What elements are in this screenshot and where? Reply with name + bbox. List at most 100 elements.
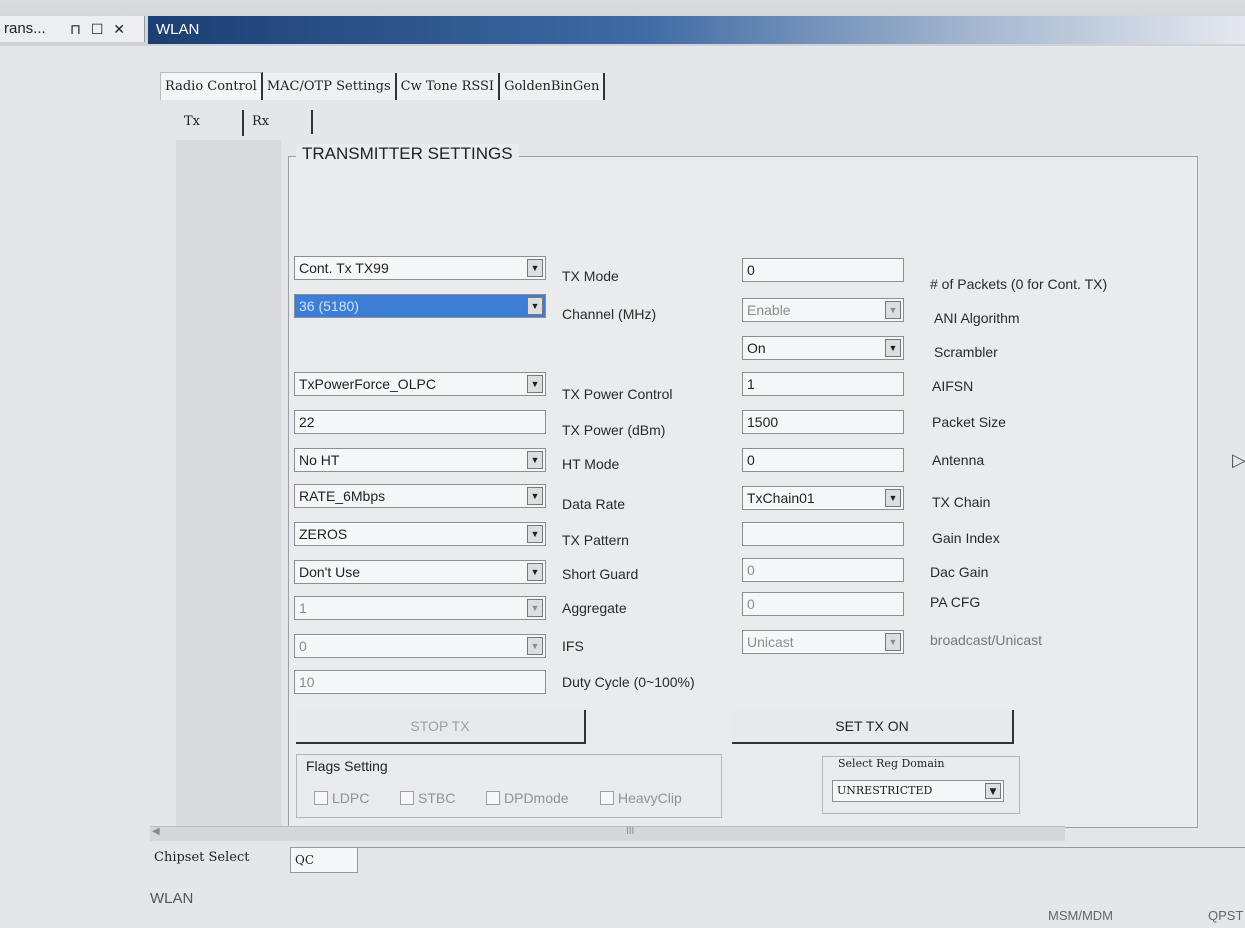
pa-cfg-field[interactable]: 0 [742,592,904,616]
dpdmode-label: DPDmode [504,790,569,806]
dock-pin-maximize-close-icons[interactable]: ⊓ ☐ ✕ [70,16,128,42]
tab-mac-otp-settings[interactable]: MAC/OTP Settings [262,73,397,100]
tx-power-label: TX Power (dBm) [562,422,666,438]
scroll-left-arrow-icon[interactable]: ◀ [152,826,160,837]
chevron-down-icon[interactable]: ▼ [985,783,1001,799]
tab-radio-control[interactable]: Radio Control [160,72,263,100]
ifs-value: 0 [299,638,307,654]
scrambler-value: On [747,340,766,356]
tx-chain-label: TX Chain [932,494,991,510]
scrambler-select[interactable]: On ▼ [742,336,904,360]
stbc-label: STBC [418,790,456,806]
chevron-down-icon[interactable]: ▼ [885,301,901,319]
tx-power-field[interactable]: 22 [294,410,546,434]
chipset-select-field[interactable]: QC [290,847,358,873]
channel-label: Channel (MHz) [562,306,657,322]
tab-cw-tone-rssi[interactable]: Cw Tone RSSI [396,73,501,100]
ani-algorithm-value: Enable [747,302,791,318]
chevron-down-icon[interactable]: ▼ [527,563,543,581]
tx-mode-value: Cont. Tx TX99 [299,260,389,276]
heavyclip-checkbox[interactable]: HeavyClip [600,790,682,806]
main-tab-strip: Radio Control MAC/OTP Settings Cw Tone R… [160,68,606,100]
flags-setting-title: Flags Setting [306,758,388,774]
packet-size-label: Packet Size [932,414,1006,430]
mouse-cursor-icon: ▷ [1232,450,1245,470]
aggregate-label: Aggregate [562,600,627,616]
chevron-down-icon[interactable]: ▼ [527,487,543,505]
cast-value: Unicast [747,634,794,650]
chevron-down-icon[interactable]: ▼ [527,599,543,617]
left-panel [176,140,281,840]
channel-value: 36 (5180) [299,298,359,314]
tx-power-control-label: TX Power Control [562,386,673,402]
set-tx-on-button[interactable]: SET TX ON [732,710,1014,744]
checkbox-icon[interactable] [314,791,328,805]
scrambler-label: Scrambler [934,344,998,360]
ht-mode-label: HT Mode [562,456,620,472]
tx-power-control-select[interactable]: TxPowerForce_OLPC ▼ [294,372,546,396]
antenna-field[interactable]: 0 [742,448,904,472]
stbc-checkbox[interactable]: STBC [400,790,455,806]
ifs-select[interactable]: 0 ▼ [294,634,546,658]
chevron-down-icon[interactable]: ▼ [527,375,543,393]
ht-mode-select[interactable]: No HT ▼ [294,448,546,472]
horizontal-scrollbar[interactable] [150,826,1065,841]
dac-gain-field[interactable]: 0 [742,558,904,582]
ht-mode-value: No HT [299,452,340,468]
subtab-divider [311,110,314,134]
window-title-bar: WLAN [148,16,1245,44]
checkbox-icon[interactable] [400,791,414,805]
status-qpst: QPST [1208,908,1244,923]
chevron-down-icon[interactable]: ▼ [527,259,543,277]
chevron-down-icon[interactable]: ▼ [527,525,543,543]
ldpc-checkbox[interactable]: LDPC [314,790,369,806]
packet-size-field[interactable]: 1500 [742,410,904,434]
aifsn-field[interactable]: 1 [742,372,904,396]
status-wlan: WLAN [150,890,194,907]
chevron-down-icon[interactable]: ▼ [527,297,543,315]
aggregate-select[interactable]: 1 ▼ [294,596,546,620]
reg-domain-select[interactable]: UNRESTRICTED ▼ [832,780,1004,802]
aifsn-label: AIFSN [932,378,974,394]
stop-tx-button[interactable]: STOP TX [296,710,586,744]
ifs-label: IFS [562,638,584,654]
heavyclip-label: HeavyClip [618,790,682,806]
ani-algorithm-select[interactable]: Enable ▼ [742,298,904,322]
subtab-tx[interactable]: Tx [176,110,242,136]
reg-domain-title: Select Reg Domain [838,757,945,770]
status-msm-mdm: MSM/MDM [1048,908,1113,923]
tx-pattern-value: ZEROS [299,526,348,542]
chevron-down-icon[interactable]: ▼ [527,451,543,469]
tx-mode-select[interactable]: Cont. Tx TX99 ▼ [294,256,546,280]
sub-tab-strip: Tx Rx [176,110,314,136]
duty-cycle-field[interactable]: 10 [294,670,546,694]
antenna-label: Antenna [932,452,985,468]
tx-chain-value: TxChain01 [747,490,815,506]
cast-select[interactable]: Unicast ▼ [742,630,904,654]
tab-golden-bin-gen[interactable]: GoldenBinGen [500,73,606,100]
tx-pattern-select[interactable]: ZEROS ▼ [294,522,546,546]
checkbox-icon[interactable] [600,791,614,805]
chevron-down-icon[interactable]: ▼ [885,339,901,357]
chevron-down-icon[interactable]: ▼ [885,633,901,651]
cast-label: broadcast/Unicast [930,632,1043,648]
data-rate-label: Data Rate [562,496,626,512]
gain-index-field[interactable] [742,522,904,546]
tx-pattern-label: TX Pattern [562,532,629,548]
tx-chain-select[interactable]: TxChain01 ▼ [742,486,904,510]
chevron-down-icon[interactable]: ▼ [527,637,543,655]
checkbox-icon[interactable] [486,791,500,805]
subtab-rx[interactable]: Rx [242,110,277,136]
short-guard-select[interactable]: Don't Use ▼ [294,560,546,584]
channel-select[interactable]: 36 (5180) ▼ [294,294,546,318]
ani-algorithm-label: ANI Algorithm [934,310,1020,326]
gain-index-label: Gain Index [932,530,1000,546]
packets-field[interactable]: 0 [742,258,904,282]
reg-domain-value: UNRESTRICTED [837,784,933,797]
scrollbar-grip[interactable]: III [626,826,634,837]
divider [358,847,1245,848]
tx-mode-label: TX Mode [562,268,619,284]
dpdmode-checkbox[interactable]: DPDmode [486,790,569,806]
data-rate-select[interactable]: RATE_6Mbps ▼ [294,484,546,508]
chevron-down-icon[interactable]: ▼ [885,489,901,507]
